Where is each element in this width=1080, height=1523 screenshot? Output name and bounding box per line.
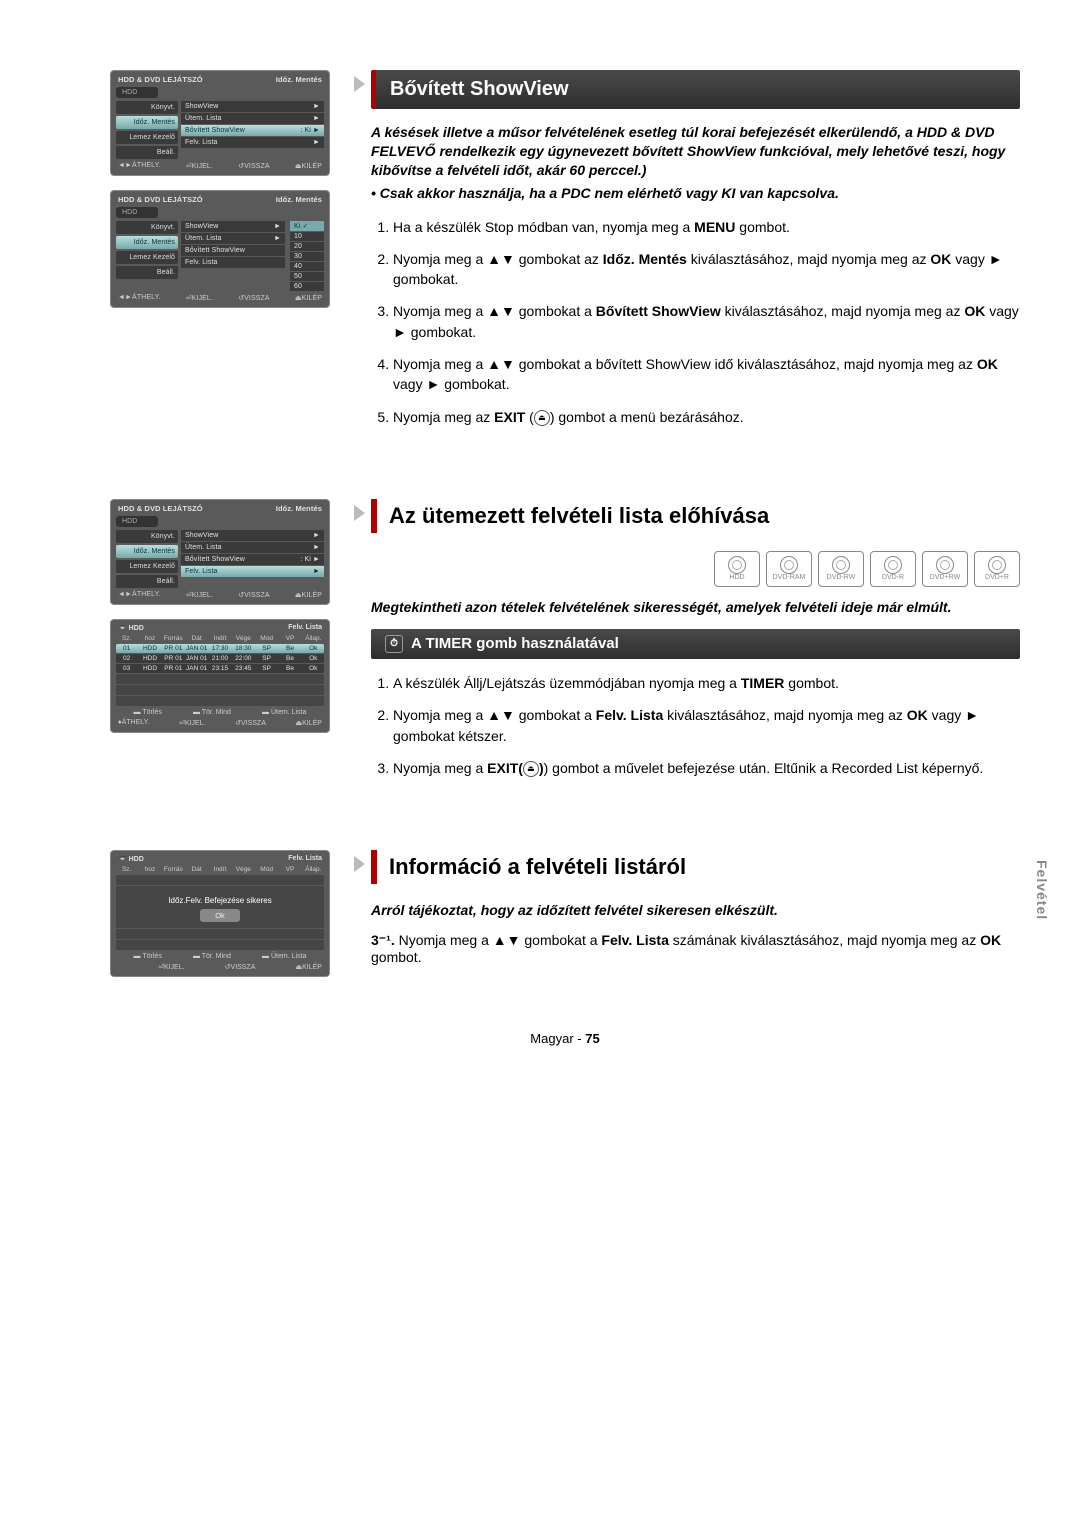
section2-heading: Az ütemezett felvételi lista előhívása	[371, 499, 1020, 533]
timer-subhead: ⏱ A TIMER gomb használatával	[371, 629, 1020, 659]
section-arrow-icon	[354, 505, 365, 521]
hdd-icon: HDD	[714, 551, 760, 587]
osd-panel-3: HDD & DVD LEJÁTSZÓIdőz. Mentés HDD Könyv…	[110, 499, 330, 605]
dvd-plus-r-icon: DVD+R	[974, 551, 1020, 587]
dvd-rw-icon: DVD-RW	[818, 551, 864, 587]
dvd-ram-icon: DVD-RAM	[766, 551, 812, 587]
section1-note: • Csak akkor használja, ha a PDC nem elé…	[371, 184, 1020, 203]
osd-panel-2: HDD & DVD LEJÁTSZÓIdőz. Mentés HDD Könyv…	[110, 190, 330, 308]
section1-heading: Bővített ShowView	[371, 70, 1020, 109]
section-arrow-icon	[354, 856, 365, 872]
page-footer: Magyar - 75	[110, 1031, 1020, 1046]
exit-icon: ⏏	[523, 761, 539, 777]
exit-icon: ⏏	[534, 410, 550, 426]
record-list-panel-2: 📼 HDDFelv. Lista Sz.hozForrásDátIndítVég…	[110, 850, 330, 977]
section3-step: 3⁻¹. Nyomja meg a ▲▼ gombokat a Felv. Li…	[371, 932, 1020, 965]
section3-intro: Arról tájékoztat, hogy az időzített felv…	[371, 902, 1020, 918]
section2-steps: A készülék Állj/Lejátszás üzemmódjában n…	[371, 673, 1020, 778]
section1-steps: Ha a készülék Stop módban van, nyomja me…	[371, 217, 1020, 427]
record-list-panel: 📼 HDDFelv. Lista Sz.hozForrásDátIndítVég…	[110, 619, 330, 733]
section3-heading: Információ a felvételi listáról	[371, 850, 1020, 884]
osd-panel-1: HDD & DVD LEJÁTSZÓIdőz. Mentés HDD Könyv…	[110, 70, 330, 176]
timer-icon: ⏱	[385, 635, 403, 653]
ok-button: Ok	[200, 909, 240, 922]
section-arrow-icon	[354, 76, 365, 92]
dvd-plus-rw-icon: DVD+RW	[922, 551, 968, 587]
section1-intro: A késések illetve a műsor felvételének e…	[371, 123, 1020, 180]
section2-intro: Megtekintheti azon tételek felvételének …	[371, 599, 1020, 615]
media-icons: HDD DVD-RAM DVD-RW DVD-R DVD+RW DVD+R	[371, 551, 1020, 587]
side-tab: Felvétel	[1034, 860, 1050, 920]
dvd-r-icon: DVD-R	[870, 551, 916, 587]
